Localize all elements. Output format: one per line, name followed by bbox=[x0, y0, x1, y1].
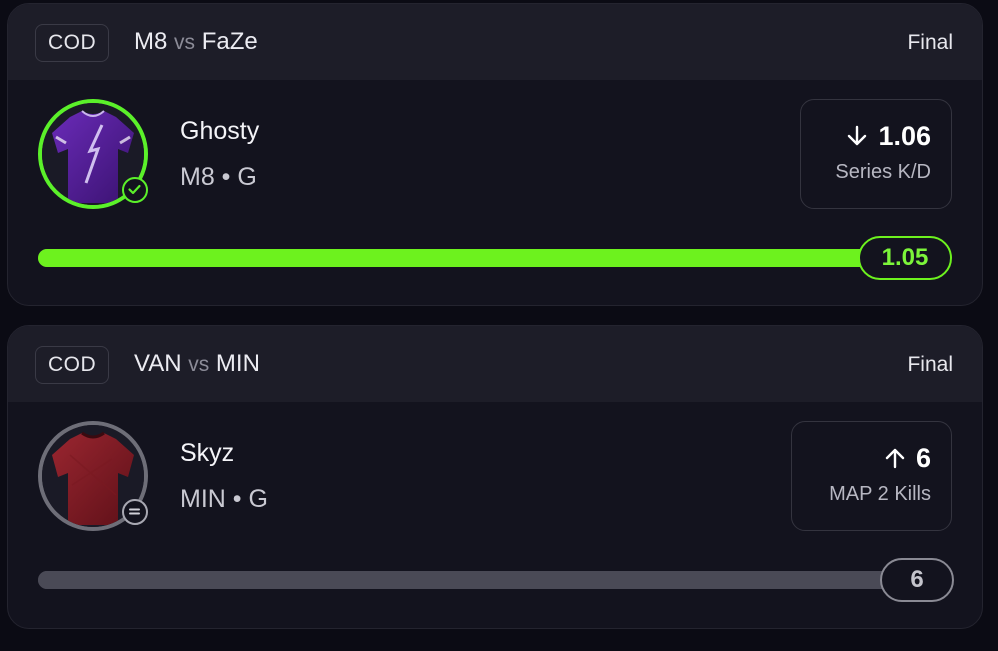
result-pill: 1.05 bbox=[858, 236, 952, 280]
result-pill: 6 bbox=[880, 558, 954, 602]
team-b: FaZe bbox=[201, 28, 258, 55]
player-avatar bbox=[38, 99, 148, 209]
check-circle-icon bbox=[122, 177, 148, 203]
player-name: Skyz bbox=[180, 439, 235, 467]
progress-fill bbox=[38, 249, 938, 267]
equals-circle-icon bbox=[122, 499, 148, 525]
player-team-position: M8 • G bbox=[180, 163, 257, 191]
team-b: MIN bbox=[215, 350, 260, 377]
league-badge: COD bbox=[35, 346, 110, 384]
stat-label: Series K/D bbox=[835, 161, 931, 183]
matchup: M8 vs FaZe bbox=[134, 26, 258, 59]
league-badge: COD bbox=[35, 24, 110, 62]
stat-value: 6 bbox=[915, 443, 931, 473]
vs-label: vs bbox=[174, 31, 196, 54]
progress-fill bbox=[38, 571, 938, 589]
player-avatar bbox=[38, 421, 148, 531]
matchup: VAN vs MIN bbox=[134, 348, 260, 381]
card-header: COD VAN vs MIN Final bbox=[8, 326, 982, 402]
arrow-down-icon bbox=[848, 125, 867, 146]
stat-line-box[interactable]: 1.06 Series K/D bbox=[800, 99, 952, 209]
stat-line-box[interactable]: 6 MAP 2 Kills bbox=[791, 421, 952, 531]
game-status: Final bbox=[907, 353, 953, 376]
team-a: VAN bbox=[134, 350, 182, 377]
vs-label: vs bbox=[188, 353, 210, 376]
arrow-up-icon bbox=[885, 448, 905, 469]
stat-value-row: 1.06 bbox=[846, 120, 931, 152]
game-status: Final bbox=[907, 31, 953, 54]
card-header: COD M8 vs FaZe Final bbox=[8, 4, 982, 80]
progress-track bbox=[38, 571, 938, 589]
player-team-position: MIN • G bbox=[180, 485, 268, 513]
progress-track bbox=[38, 249, 938, 267]
pick-card-ghosty[interactable]: COD M8 vs FaZe Final Ghosty M8 • G 1.06 … bbox=[7, 3, 983, 306]
player-name: Ghosty bbox=[180, 117, 260, 145]
stat-label: MAP 2 Kills bbox=[829, 483, 931, 505]
team-a: M8 bbox=[134, 28, 168, 55]
stat-value: 1.06 bbox=[878, 121, 931, 151]
pick-card-skyz[interactable]: COD VAN vs MIN Final Skyz MIN • G 6 MAP … bbox=[7, 325, 983, 629]
stat-value-row: 6 bbox=[884, 442, 931, 474]
